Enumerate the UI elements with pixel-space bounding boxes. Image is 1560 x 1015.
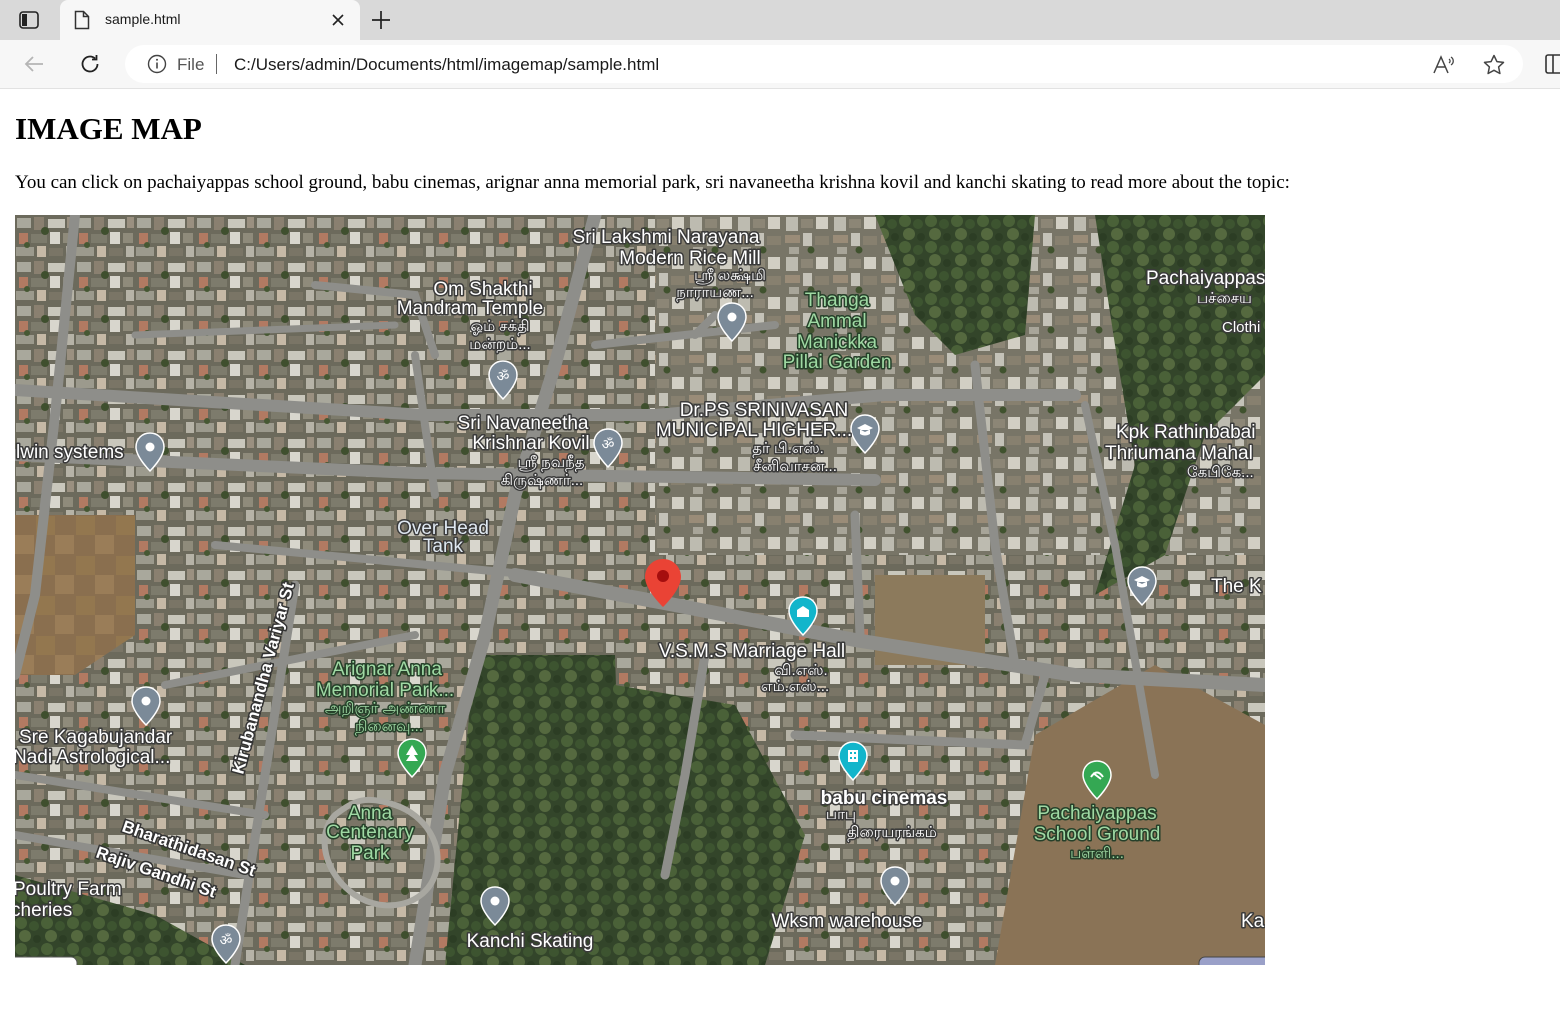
map-label-om-shakthi-2: Mandram Temple (397, 298, 543, 319)
map-label-thanga-3: Manickka (797, 332, 878, 353)
read-aloud-icon[interactable] (1432, 54, 1456, 76)
info-icon[interactable] (147, 54, 167, 74)
browser-toolbar: File C:/Users/admin/Documents/html/image… (0, 40, 1560, 89)
map-label-drps-ta1: தர் பி.எஸ். (752, 440, 824, 457)
map-label-kpk-ta: கேபிகே... (1187, 464, 1254, 481)
active-tab[interactable]: sample.html (60, 0, 360, 40)
map-label-ka: Ka (1241, 911, 1265, 932)
back-arrow-icon[interactable] (22, 52, 46, 76)
map-corner-control-right[interactable] (1198, 956, 1265, 965)
map-label-overhead-2: Tank (423, 536, 464, 557)
map-corner-control-left[interactable] (15, 956, 78, 965)
map-label-kpk-1: Kpk Rathinbabai (1116, 422, 1255, 443)
map-label-lakshmi-mill-2: Modern Rice Mill (619, 248, 760, 269)
map-label-om-shakthi-ta1: ஓம் சக்தி (470, 318, 529, 335)
map-label-vsms-ta2: எம்.எஸ்... (761, 678, 829, 695)
file-icon (74, 10, 92, 30)
map-label-om-shakthi-ta2: மன்றம்... (469, 336, 530, 353)
map-label-lakshmi-mill-ta2: நாராயண... (676, 284, 754, 301)
area-babu-cinemas[interactable] (815, 735, 955, 845)
map-label-vsms: V.S.M.S Marriage Hall (659, 641, 845, 662)
split-screen-icon[interactable] (1545, 54, 1560, 74)
tab-title: sample.html (105, 11, 181, 27)
map-label-poultry-2: cheries (15, 900, 72, 921)
area-kanchi-skating[interactable] (455, 880, 605, 960)
area-pachaiyappas-school-ground[interactable] (1025, 745, 1175, 865)
map-label-thanga-2: Ammal (807, 311, 866, 332)
file-scheme-label: File (177, 55, 205, 74)
map-label-lwin-systems: lwin systems (16, 442, 124, 463)
map-label-pachaiyappas-top-2: பச்சைய (1197, 290, 1252, 307)
map-label-om-shakthi-1: Om Shakthi (433, 279, 532, 300)
page-title: IMAGE MAP (15, 111, 202, 146)
map-label-pachaiyappas-top-1: Pachaiyappas (1146, 268, 1265, 289)
map-label-anna-1: Anna (348, 803, 393, 824)
map-label-anna-3: Park (350, 843, 390, 864)
address-bar[interactable]: File C:/Users/admin/Documents/html/image… (125, 45, 1523, 83)
intro-paragraph: You can click on pachaiyappas school gro… (15, 172, 1290, 193)
map-label-anna-2: Centenary (326, 822, 414, 843)
map-label-poultry-1: Poultry Farm (15, 879, 122, 900)
address-separator (216, 54, 217, 74)
image-map[interactable]: ॐ (15, 215, 1265, 965)
map-label-lakshmi-mill-ta1: ஸ்ரீ லக்ஷ்மி (694, 267, 766, 284)
favorite-star-icon[interactable] (1482, 53, 1506, 77)
map-label-sre-2: Nadi Astrological... (15, 747, 170, 768)
map-label-lakshmi-mill-1: Sri Lakshmi Narayana (573, 227, 760, 248)
area-arignar-anna-memorial-park[interactable] (295, 660, 465, 770)
map-label-vsms-ta1: வி.எஸ். (774, 662, 827, 679)
map-label-drps-ta2: சீனிவாசன... (753, 458, 837, 475)
map-label-wksm: Wksm warehouse (772, 911, 923, 932)
map-label-thanga-1: Thanga (805, 290, 870, 311)
map-label-kpk-2: Thriumana Mahal (1105, 443, 1253, 464)
refresh-icon[interactable] (78, 52, 102, 76)
map-label-drps-1: Dr.PS SRINIVASAN (680, 400, 849, 421)
url-field[interactable]: C:/Users/admin/Documents/html/imagemap/s… (234, 55, 659, 75)
area-sri-navaneetha-krishna-kovil[interactable] (455, 410, 645, 495)
map-label-drps-2: MUNICIPAL HIGHER... (656, 420, 852, 441)
new-tab-icon[interactable] (370, 9, 392, 31)
close-icon[interactable] (330, 12, 346, 28)
map-label-the-k: The K (1211, 576, 1262, 597)
map-label-sre-1: Sre Kagabujandar (19, 727, 173, 748)
map-label-pachaiyappas-top-3: Clothi (1222, 319, 1260, 336)
tab-strip: sample.html (0, 0, 1560, 40)
map-label-thanga-4: Pillai Garden (783, 352, 892, 373)
tab-actions-icon[interactable] (16, 8, 42, 32)
